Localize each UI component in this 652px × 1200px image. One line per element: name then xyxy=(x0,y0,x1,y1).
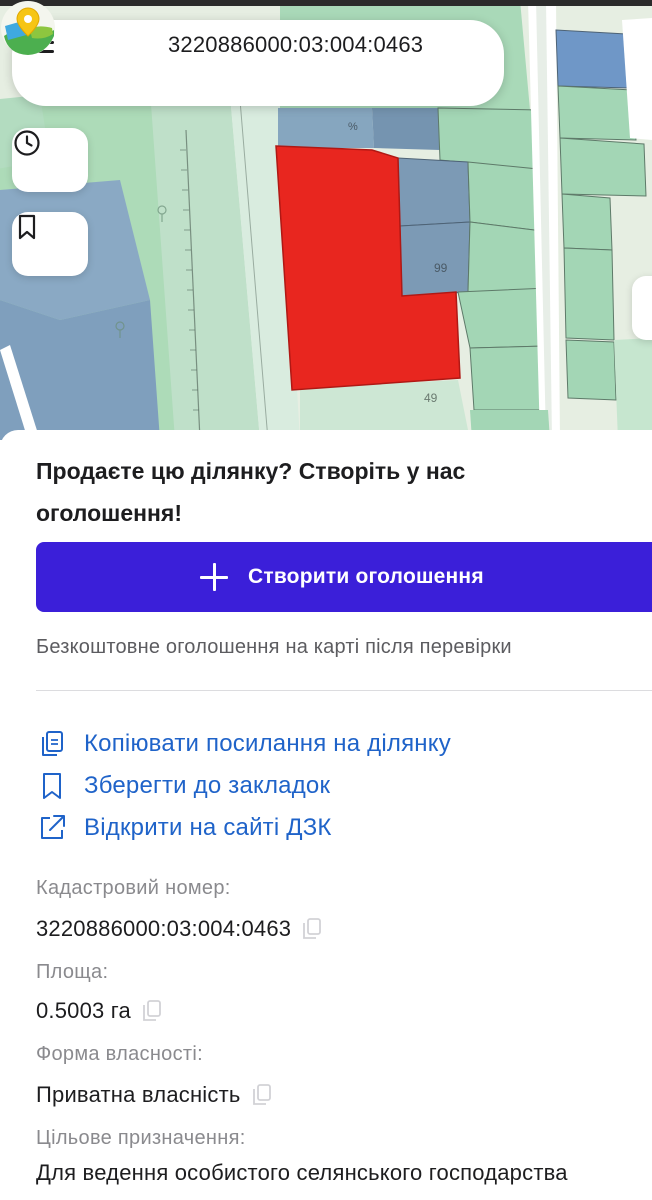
purpose-text: Для ведення особистого селянського госпо… xyxy=(36,1160,568,1185)
history-button[interactable] xyxy=(12,128,88,192)
copy-link-action[interactable]: Копіювати посилання на ділянку xyxy=(36,726,451,762)
promo-title: Продаєте цю ділянку? Створіть у нас огол… xyxy=(36,458,466,526)
external-link-icon xyxy=(41,815,65,839)
bookmark-icon xyxy=(18,214,36,240)
copy-icon[interactable] xyxy=(141,999,163,1023)
open-dzk-label: Відкрити на сайті ДЗК xyxy=(84,814,332,841)
ownership-text: Приватна власність xyxy=(36,1082,241,1107)
copy-icon[interactable] xyxy=(301,917,323,941)
app-logo-icon[interactable] xyxy=(0,0,56,56)
clock-icon xyxy=(14,130,40,156)
divider xyxy=(36,690,652,691)
area-text: 0.5003 га xyxy=(36,998,131,1023)
save-bookmark-label: Зберегти до закладок xyxy=(84,772,331,799)
copy-link-icon xyxy=(42,731,63,756)
search-input[interactable]: 3220886000:03:004:0463 xyxy=(168,30,452,60)
save-bookmark-action[interactable]: Зберегти до закладок xyxy=(36,768,330,804)
plus-icon xyxy=(200,563,228,591)
cadastral-number-label: Кадастровий номер: xyxy=(36,877,231,899)
parcel-info-sheet: Продаєте цю ділянку? Створіть у нас огол… xyxy=(0,430,652,1200)
svg-text:49: 49 xyxy=(424,391,438,405)
ownership-value: Приватна власність xyxy=(36,1080,273,1110)
free-listing-note: Безкоштовне оголошення на карті після пе… xyxy=(36,636,512,658)
open-dzk-action[interactable]: Відкрити на сайті ДЗК xyxy=(36,810,332,846)
purpose-value: Для ведення особистого селянського госпо… xyxy=(36,1158,568,1188)
create-listing-button[interactable]: Створити оголошення xyxy=(36,542,652,612)
create-listing-label: Створити оголошення xyxy=(248,565,484,588)
side-panel-handle[interactable] xyxy=(632,276,652,340)
ownership-label: Форма власності: xyxy=(36,1043,203,1065)
copy-link-label: Копіювати посилання на ділянку xyxy=(84,730,451,757)
area-label: Площа: xyxy=(36,961,109,983)
cadastral-number-text: 3220886000:03:004:0463 xyxy=(36,916,292,941)
cadastral-map[interactable]: 49 99 % 3220886000:03:004:0463 xyxy=(0,0,652,440)
svg-text:99: 99 xyxy=(434,261,448,275)
area-value: 0.5003 га xyxy=(36,996,163,1026)
bookmarks-button[interactable] xyxy=(12,212,88,276)
cadastral-number-value: 3220886000:03:004:0463 xyxy=(36,914,323,944)
bookmark-icon xyxy=(43,773,61,799)
status-bar xyxy=(0,0,652,6)
svg-text:%: % xyxy=(348,121,358,133)
copy-icon[interactable] xyxy=(251,1083,273,1107)
purpose-label: Цільове призначення: xyxy=(36,1127,246,1149)
